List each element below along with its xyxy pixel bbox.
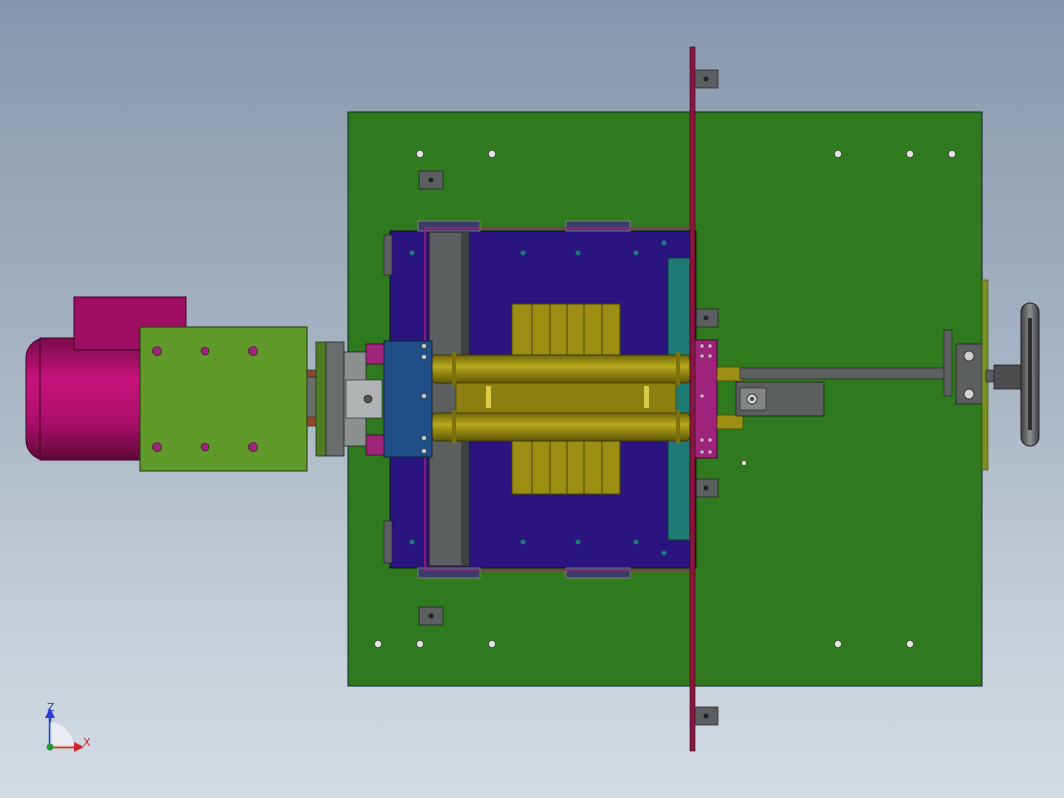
triad-x-label: X (83, 736, 91, 749)
upper-roller[interactable] (431, 352, 691, 386)
right-roller-bracket[interactable] (692, 339, 718, 459)
cad-viewport[interactable]: Z X (0, 0, 1064, 798)
gearbox[interactable] (139, 326, 308, 472)
axis-triad: Z X (45, 701, 91, 752)
vertical-feed-bar[interactable] (689, 46, 696, 752)
triad-z-label: Z (47, 701, 55, 714)
handwheel-icon[interactable] (993, 302, 1040, 447)
lower-roller[interactable] (431, 410, 691, 444)
